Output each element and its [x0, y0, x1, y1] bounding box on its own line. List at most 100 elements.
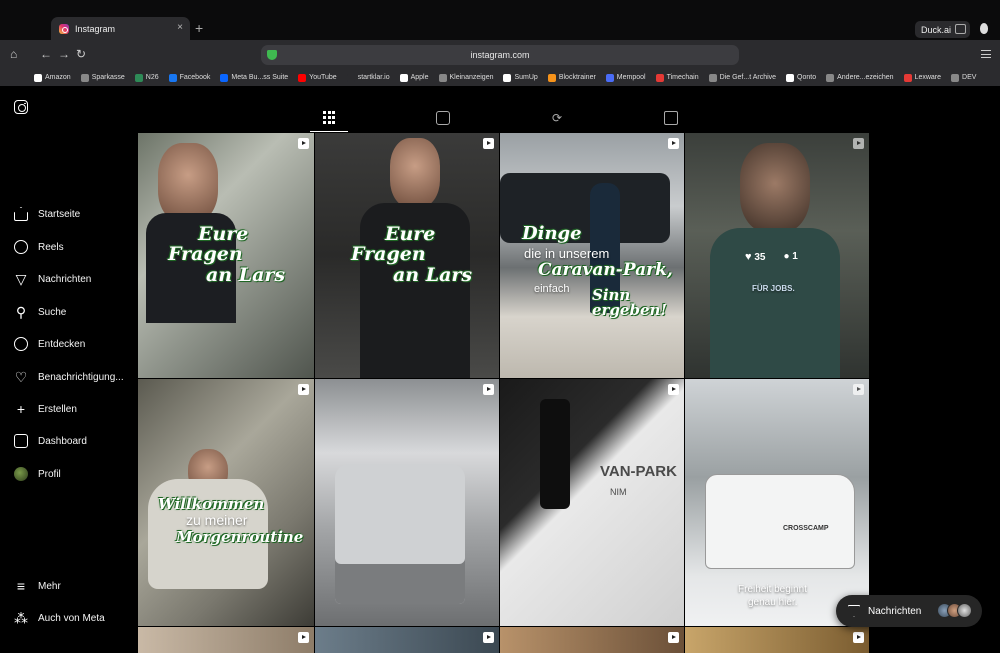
bookmark-item[interactable]: Lexware	[903, 73, 941, 82]
bookmark-item[interactable]: Amazon	[34, 73, 71, 82]
home-icon	[14, 207, 28, 221]
tab-instagram[interactable]: Instagram ×	[51, 17, 190, 40]
post-tile[interactable]: Eure Fragen an Lars	[315, 133, 499, 378]
nav-item-suche[interactable]: ⚲ Suche	[14, 302, 67, 322]
posts-grid: Eure Fragen an Lars Eure Fragen an Lars …	[138, 133, 869, 653]
bookmark-item[interactable]: DEV	[951, 73, 976, 82]
bookmark-item[interactable]: Blocktrainer	[547, 73, 596, 82]
bookmark-item[interactable]: Sparkasse	[80, 73, 125, 82]
bookmark-item[interactable]: Mempool	[605, 73, 646, 82]
post-stats: ♥ 35 ● 1	[745, 251, 798, 263]
post-caption: Sinn ergeben!	[592, 286, 667, 319]
post-caption: Caravan-Park,	[538, 260, 673, 280]
post-tile[interactable]: VAN-PARK NIM	[500, 379, 684, 626]
post-tile[interactable]: ♥ 35 ● 1 FÜR JOBS.	[685, 133, 869, 378]
send-icon: ▽	[15, 271, 27, 287]
bookmark-item[interactable]: Apple	[399, 73, 429, 82]
shirt-text: FÜR JOBS.	[752, 284, 795, 293]
post-tile[interactable]: Dinge die in unserem Caravan-Park, einfa…	[500, 133, 684, 378]
tab-reposts-icon[interactable]: ⟳	[550, 111, 564, 125]
post-caption: Eure	[198, 223, 249, 245]
comments-count: ● 1	[783, 251, 797, 263]
close-tab-icon[interactable]: ×	[177, 22, 183, 33]
bookmark-label: Facebook	[179, 74, 211, 81]
bookmark-item[interactable]: Die Gef...t Archive	[708, 73, 777, 82]
home-nav-icon[interactable]: ⌂	[10, 47, 17, 61]
bookmark-item[interactable]: Qonto	[786, 73, 817, 82]
bookmark-item[interactable]: Andere...ezeichen	[826, 73, 894, 82]
bookmark-label: Blocktrainer	[558, 74, 596, 81]
bookmark-item[interactable]: Kleinanzeigen	[438, 73, 493, 82]
nav-item-profil[interactable]: Profil	[14, 464, 61, 484]
person-image	[158, 143, 218, 223]
nav-item-dashboard[interactable]: Dashboard	[14, 431, 87, 451]
reload-icon[interactable]: ↻	[76, 47, 86, 61]
post-tile[interactable]	[685, 627, 869, 653]
bookmark-favicon-icon	[80, 73, 89, 82]
bookmark-favicon-icon	[786, 73, 795, 82]
bookmark-item[interactable]: startklar.io	[346, 73, 390, 82]
nav-item-entdecken[interactable]: Entdecken	[14, 334, 85, 354]
post-tile[interactable]	[138, 627, 314, 653]
post-caption: Freiheit beginnt	[738, 584, 807, 595]
nav-item-mehr[interactable]: ≡ Mehr	[14, 576, 61, 596]
post-tile[interactable]: CROSSCAMP Freiheit beginnt genau hier.	[685, 379, 869, 626]
post-tile[interactable]: Willkommen zu meiner Morgenroutine	[138, 379, 314, 626]
bookmark-favicon-icon	[34, 73, 42, 82]
bookmark-label: Die Gef...t Archive	[719, 74, 777, 81]
bookmark-label: SumUp	[514, 74, 538, 81]
nav-item-startseite[interactable]: Startseite	[14, 204, 80, 224]
bookmark-label: Timechain	[666, 74, 699, 81]
fire-icon[interactable]	[980, 23, 988, 34]
person-image	[390, 138, 440, 208]
nav-item-benachrichtigungen[interactable]: ♡ Benachrichtigung...	[14, 367, 124, 387]
nav-label: Startseite	[38, 208, 81, 220]
apps-icon: ⁂	[14, 610, 28, 626]
bookmark-item[interactable]: Meta Bu...ss Suite	[220, 73, 288, 82]
post-caption: genau hier.	[748, 597, 798, 608]
instagram-logo-icon[interactable]	[14, 100, 28, 114]
tab-posts-grid-icon[interactable]	[323, 111, 337, 125]
post-tile[interactable]	[315, 627, 499, 653]
bookmark-item[interactable]: Timechain	[655, 73, 699, 82]
shield-icon	[267, 50, 277, 60]
forward-icon[interactable]: →	[58, 47, 70, 61]
bookmark-label: Sparkasse	[91, 74, 125, 81]
tab-reels-icon[interactable]	[436, 111, 450, 125]
post-tile[interactable]: Eure Fragen an Lars	[138, 133, 314, 378]
post-caption: Morgenroutine	[176, 528, 304, 546]
bookmark-item[interactable]: YouTube	[298, 73, 337, 82]
messages-button[interactable]: Nachrichten	[836, 595, 982, 627]
message-avatars	[937, 603, 972, 618]
new-tab-button[interactable]: +	[195, 20, 203, 36]
nav-item-erstellen[interactable]: + Erstellen	[14, 399, 77, 419]
nav-label: Erstellen	[38, 403, 77, 415]
nav-label: Reels	[38, 241, 64, 253]
bookmark-label: Apple	[410, 74, 429, 81]
bookmark-favicon-icon	[903, 73, 912, 82]
bookmark-label: Qonto	[797, 74, 817, 81]
active-tab-indicator	[310, 131, 348, 132]
tab-tagged-icon[interactable]	[664, 111, 678, 125]
post-caption: an Lars	[393, 264, 473, 286]
bookmark-favicon-icon	[220, 73, 229, 82]
address-bar[interactable]: instagram.com	[261, 45, 739, 65]
nav-item-auch-von-meta[interactable]: ⁂ Auch von Meta	[14, 608, 105, 628]
nav-label: Dashboard	[38, 435, 87, 447]
compass-icon	[14, 337, 28, 351]
post-tile[interactable]	[315, 379, 499, 626]
send-icon	[848, 605, 860, 617]
sidebar-toggle-icon[interactable]	[955, 24, 966, 34]
post-tile[interactable]	[500, 627, 684, 653]
bookmark-item[interactable]: N26	[134, 73, 159, 82]
duck-ai-button[interactable]: Duck.ai	[915, 21, 970, 38]
sign-text: VAN-PARK	[600, 463, 677, 480]
bookmark-item[interactable]: SumUp	[503, 73, 538, 82]
bookmark-item[interactable]: Facebook	[168, 73, 211, 82]
back-icon[interactable]: ←	[40, 47, 52, 61]
menu-icon[interactable]	[981, 50, 991, 58]
nav-item-reels[interactable]: Reels	[14, 237, 64, 257]
nav-item-nachrichten[interactable]: ▽ Nachrichten	[14, 269, 92, 289]
post-caption: die in unserem	[524, 246, 610, 261]
reel-icon	[298, 138, 309, 149]
